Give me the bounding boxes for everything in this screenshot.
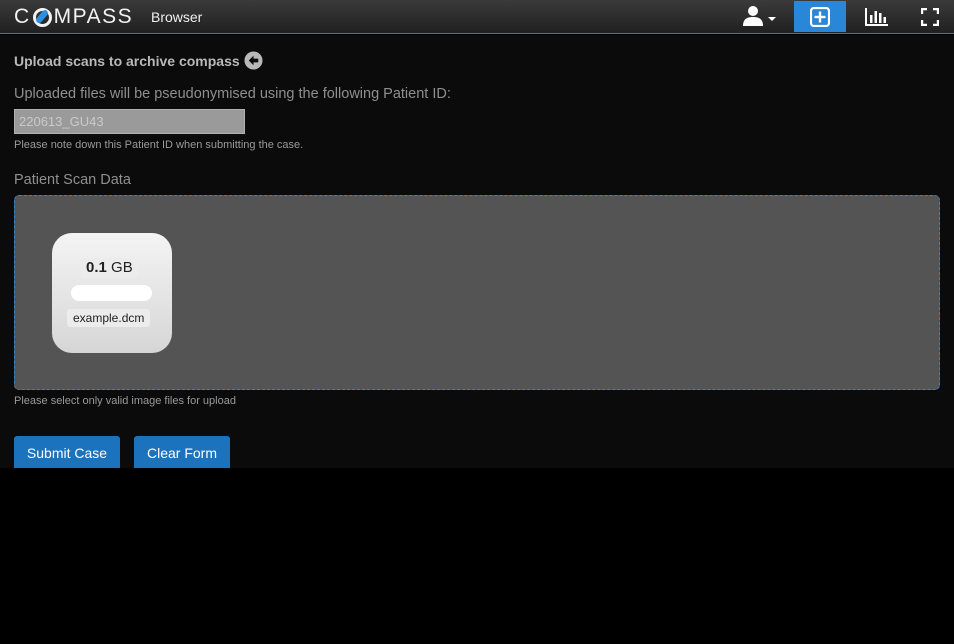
file-dropzone[interactable]: 0.1 GB example.dcm [14, 195, 940, 390]
pseudonym-label: Uploaded files will be pseudonymised usi… [14, 86, 451, 102]
user-menu-dropdown[interactable] [740, 4, 780, 30]
arrow-left-circle-icon[interactable] [244, 51, 263, 70]
navbar: C MPASS Browser [0, 0, 954, 34]
upload-progress-bar [71, 285, 152, 301]
add-case-button[interactable] [794, 1, 846, 32]
statistics-button[interactable] [850, 1, 902, 32]
file-preview-card[interactable]: 0.1 GB example.dcm [52, 233, 172, 353]
logo-text-left: C [14, 5, 31, 28]
file-name: example.dcm [67, 309, 151, 327]
upload-progress-fill [71, 285, 152, 301]
bar-chart-icon [865, 7, 888, 26]
compass-logo[interactable]: C MPASS [14, 5, 133, 29]
file-size-unit: GB [111, 259, 133, 276]
file-size-value: 0.1 [86, 259, 107, 276]
logo-text-right: MPASS [53, 5, 134, 28]
chevron-down-icon [768, 17, 776, 21]
clear-form-button[interactable]: Clear Form [134, 436, 230, 468]
fullscreen-button[interactable] [904, 1, 954, 32]
patient-id-field[interactable] [14, 109, 245, 134]
patient-id-note: Please note down this Patient ID when su… [14, 139, 304, 151]
user-icon [743, 6, 763, 26]
plus-square-icon [810, 6, 830, 27]
page-title: Upload scans to archive compass [14, 51, 263, 70]
upload-hint: Please select only valid image files for… [14, 395, 236, 407]
nav-browser-link[interactable]: Browser [151, 9, 202, 25]
compass-ring-icon [32, 7, 52, 27]
scan-data-label: Patient Scan Data [14, 172, 131, 188]
submit-case-button[interactable]: Submit Case [14, 436, 120, 468]
page-title-text: Upload scans to archive compass [14, 52, 240, 69]
file-size: 0.1 GB [81, 258, 138, 278]
upload-panel: Upload scans to archive compass Uploaded… [0, 35, 954, 468]
fullscreen-icon [921, 7, 939, 26]
